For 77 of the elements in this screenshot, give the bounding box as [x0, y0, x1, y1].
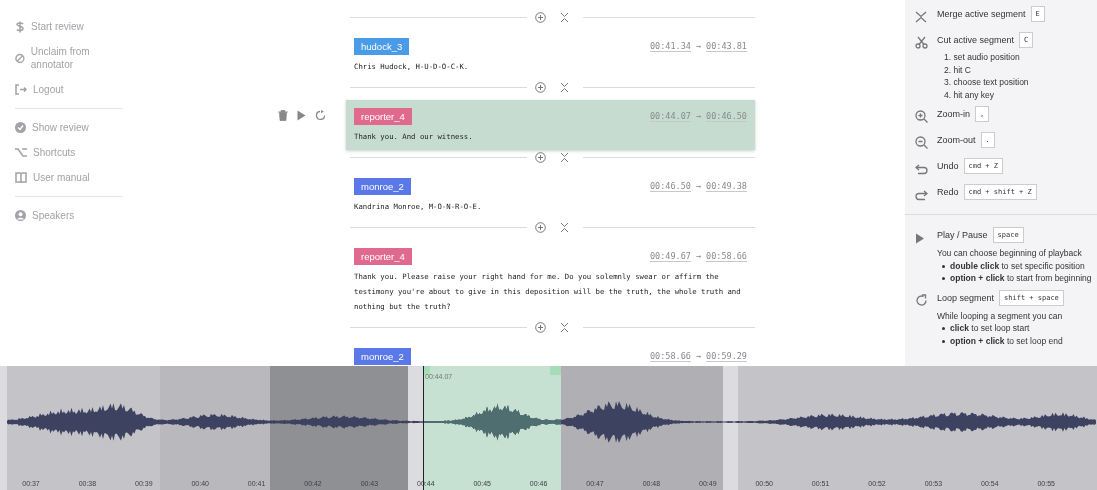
step-text: 3. choose text position: [944, 76, 1030, 89]
speaker-tag[interactable]: reporter_4: [354, 108, 412, 125]
audio-region[interactable]: [270, 366, 408, 490]
logout-icon: [15, 84, 27, 95]
arrow-text: →: [695, 111, 702, 122]
redo-icon: [915, 190, 928, 201]
speaker-tag[interactable]: monroe_2: [354, 178, 411, 195]
shortcut-label: Cut active segment: [937, 35, 1015, 45]
sidebar-item[interactable]: Logout: [15, 77, 123, 102]
step-text: 2. hit C: [944, 63, 972, 76]
bullet-text: option + click to start from beginning: [950, 272, 1092, 285]
merge-icon[interactable]: [560, 221, 569, 233]
arrow-text: →: [695, 41, 702, 52]
end-time[interactable]: 00:59.29: [706, 351, 747, 362]
start-time[interactable]: 00:44.07: [649, 111, 691, 122]
sidebar-item[interactable]: Shortcuts: [15, 140, 123, 165]
shortcut-label: Zoom-out: [937, 135, 976, 145]
merge-icon[interactable]: [560, 151, 569, 163]
bullet-text: double click to set specific position: [950, 259, 1085, 272]
arrow-text: →: [695, 351, 702, 362]
shortcut-label: Undo: [937, 161, 959, 171]
end-time[interactable]: 00:43.81: [706, 41, 747, 52]
trash-icon[interactable]: [278, 110, 288, 121]
step-text: 4. hit any key: [944, 88, 996, 101]
speaker-tag[interactable]: reporter_4: [354, 248, 412, 265]
shortcut-label: Redo: [937, 187, 959, 197]
option-key-icon: [15, 148, 27, 157]
add-segment-icon[interactable]: [535, 221, 546, 233]
end-time[interactable]: 00:46.50: [706, 111, 747, 122]
end-time[interactable]: 00:49.38: [706, 181, 747, 192]
step-text: 1. set audio position: [944, 51, 1021, 64]
merge-icon[interactable]: [560, 81, 569, 93]
scissors-icon: [915, 36, 928, 49]
sidebar-item[interactable]: Start review: [15, 14, 123, 39]
sidebar-item[interactable]: Speakers: [15, 203, 123, 228]
reload-icon[interactable]: [315, 110, 326, 121]
undo-icon: [915, 164, 928, 175]
shortcut-label: Zoom-in: [937, 109, 970, 119]
user-icon: [15, 210, 26, 221]
end-time[interactable]: 00:58.66: [706, 251, 747, 262]
speaker-tag[interactable]: monroe_2: [354, 348, 411, 365]
add-segment-icon[interactable]: [535, 81, 546, 93]
start-time[interactable]: 00:46.50: [649, 181, 691, 192]
arrow-text: →: [695, 251, 702, 262]
start-time[interactable]: 00:58.66: [649, 351, 691, 362]
shortcut-label: Merge active segment: [937, 9, 1026, 19]
zoom-in-icon: [915, 110, 928, 123]
merge-icon[interactable]: [560, 321, 569, 333]
merge-icon[interactable]: [560, 11, 569, 23]
bullet-text: option + click to set loop end: [950, 334, 1063, 347]
shortcut-label: Play / Pause: [937, 230, 988, 240]
start-time[interactable]: 00:49.67: [649, 251, 691, 262]
shortcut-note: You can choose beginning of playback: [937, 247, 1083, 260]
block-icon: [15, 52, 25, 64]
sidebar-item[interactable]: User manual: [15, 165, 123, 190]
check-circle-icon: [15, 122, 26, 133]
loop-icon: [915, 293, 928, 307]
shortcut-label: Loop segment: [937, 292, 995, 303]
merge-icon: [915, 11, 927, 23]
add-segment-icon[interactable]: [535, 321, 546, 333]
segment-card[interactable]: monroe_2 00:58.66 → 00:59.29: [346, 340, 755, 366]
sidebar-item[interactable]: Unclaim from annotator: [15, 39, 123, 77]
audio-region[interactable]: [738, 366, 1097, 490]
arrow-text: →: [695, 181, 702, 192]
shortcut-note: While looping a segment you can: [937, 309, 1064, 322]
speaker-tag[interactable]: hudock_3: [354, 38, 410, 55]
audio-region[interactable]: [160, 366, 270, 490]
bullet-text: click to set loop start: [950, 322, 1030, 335]
add-segment-icon[interactable]: [535, 151, 546, 163]
add-segment-icon[interactable]: [535, 11, 546, 23]
dollar-icon: [15, 20, 25, 33]
play-icon: [915, 233, 925, 244]
play-icon[interactable]: [297, 110, 306, 121]
zoom-out-icon: [915, 136, 928, 149]
book-icon: [15, 172, 27, 183]
start-time[interactable]: 00:41.34: [649, 41, 691, 52]
sidebar-item[interactable]: Show review: [15, 115, 123, 140]
